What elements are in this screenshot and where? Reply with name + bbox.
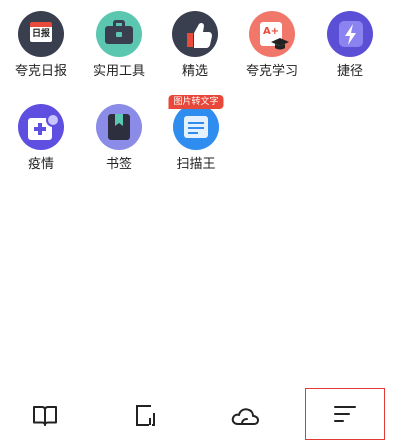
app-kuake-learning[interactable]: A+ 夸克学习 xyxy=(233,11,311,81)
app-kuake-daily[interactable]: 日报 夸克日报 xyxy=(2,11,80,81)
nav-tabs-button[interactable] xyxy=(106,390,186,442)
cloud-icon xyxy=(231,408,259,425)
app-scanner[interactable]: 图片转文字 扫描王 xyxy=(157,95,235,174)
daily-news-icon: 日报 xyxy=(18,11,64,57)
window-tab-icon xyxy=(136,405,155,426)
app-label: 夸克日报 xyxy=(14,64,67,79)
daily-icon-text: 日报 xyxy=(31,29,50,39)
app-label: 疫情 xyxy=(27,157,54,172)
open-book-icon xyxy=(33,406,57,426)
bottom-nav-bar xyxy=(0,388,414,446)
app-featured[interactable]: 精选 xyxy=(156,11,234,81)
app-label: 书签 xyxy=(105,157,132,172)
toolbox-icon xyxy=(96,11,142,57)
app-label: 扫描王 xyxy=(176,157,216,172)
menu-lines-icon xyxy=(334,406,356,422)
ocr-badge: 图片转文字 xyxy=(168,95,224,109)
app-bookmarks[interactable]: 书签 xyxy=(80,104,158,174)
app-label: 捷径 xyxy=(336,64,363,79)
app-label: 精选 xyxy=(181,64,208,79)
nav-menu-button[interactable] xyxy=(305,388,385,440)
nav-bookmarks-button[interactable] xyxy=(5,390,85,442)
app-utility-tools[interactable]: 实用工具 xyxy=(80,11,158,81)
app-label: 夸克学习 xyxy=(245,64,298,79)
bookmark-icon xyxy=(96,104,142,150)
shortcut-lightning-icon xyxy=(327,11,373,57)
nav-cloud-button[interactable] xyxy=(205,390,285,442)
learning-cap-icon: A+ xyxy=(249,11,295,57)
app-label: 实用工具 xyxy=(92,64,145,79)
health-cross-icon xyxy=(18,104,64,150)
app-epidemic[interactable]: 疫情 xyxy=(2,104,80,174)
app-shortcuts[interactable]: 捷径 xyxy=(311,11,389,81)
thumbs-up-icon xyxy=(172,11,218,57)
scan-document-icon xyxy=(173,104,219,150)
